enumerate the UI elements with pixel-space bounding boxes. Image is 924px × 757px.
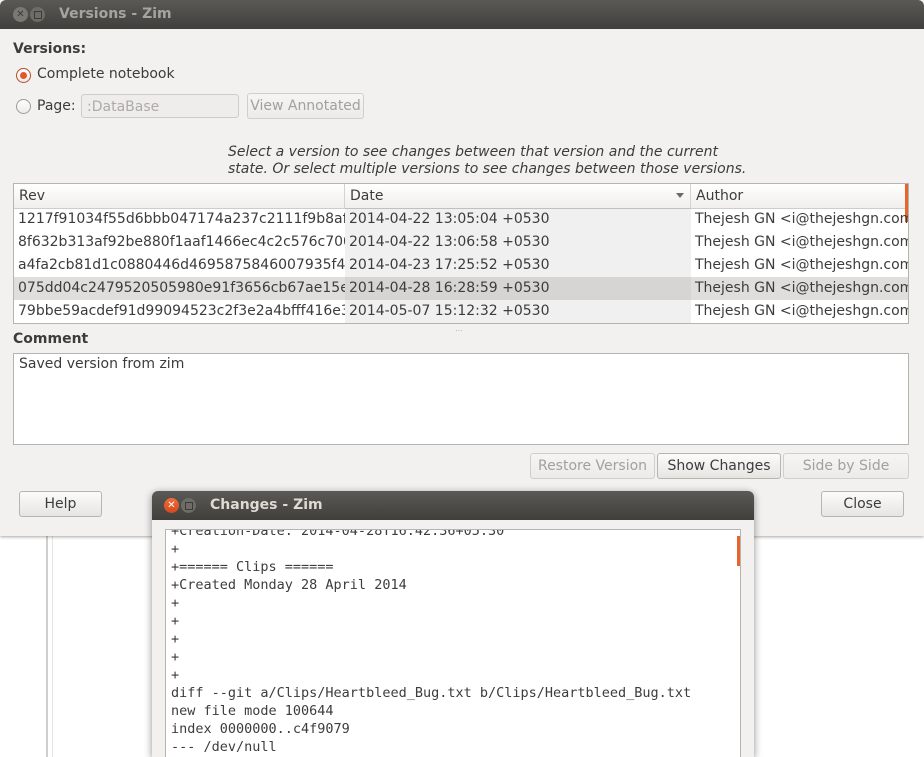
rev-cell: a4fa2cb81d1c0880446d4695875846007935f497 xyxy=(18,257,345,273)
versions-window: ✕ Versions - Zim Versions: Complete note… xyxy=(0,0,924,536)
background-window-edge xyxy=(46,535,48,757)
diff-line: --- /dev/null xyxy=(171,739,277,755)
hint-line-1: Select a version to see changes between … xyxy=(228,144,719,160)
table-header: Rev Date Author xyxy=(14,184,908,209)
diff-line: + xyxy=(171,595,180,611)
view-annotated-button[interactable]: View Annotated xyxy=(247,93,364,119)
versions-table[interactable]: Rev Date Author 1217f91034f55d6bbb047174… xyxy=(13,183,909,324)
column-header-date-label: Date xyxy=(350,188,384,204)
show-changes-button[interactable]: Show Changes xyxy=(657,453,781,479)
diff-scroll-indicator[interactable] xyxy=(737,536,740,566)
window-title: Versions - Zim xyxy=(59,6,172,22)
background-window-edge xyxy=(52,535,53,757)
rev-cell: 075dd04c2479520505980e91f3656cb67ae15e18 xyxy=(18,280,345,296)
page-radio[interactable] xyxy=(16,99,31,114)
changes-titlebar: ✕ Changes - Zim xyxy=(152,491,754,520)
diff-line: + xyxy=(171,649,180,665)
table-row[interactable]: a4fa2cb81d1c0880446d4695875846007935f497… xyxy=(14,254,908,277)
versions-titlebar: ✕ Versions - Zim xyxy=(0,0,924,29)
author-cell: Thejesh GN <i@thejeshgn.com> xyxy=(695,257,909,273)
date-cell: 2014-04-23 17:25:52 +0530 xyxy=(345,254,691,277)
sort-descending-icon xyxy=(676,193,684,198)
table-row[interactable]: 1217f91034f55d6bbb047174a237c2111f9b8af7… xyxy=(14,208,908,231)
restore-version-button[interactable]: Restore Version xyxy=(530,453,655,479)
diff-text-view[interactable]: +Creation-Date: 2014-04-28T16:42:36+05:3… xyxy=(165,529,741,757)
diff-line: index 0000000..c4f9079 xyxy=(171,721,350,737)
window-title: Changes - Zim xyxy=(210,497,323,513)
diff-line: +====== Clips ====== xyxy=(171,559,334,575)
hint-line-2: state. Or select multiple versions to se… xyxy=(228,161,747,177)
table-row[interactable]: 8f632b313af92be880f1aaf1466ec4c2c576c700… xyxy=(14,231,908,254)
complete-notebook-radio[interactable] xyxy=(16,68,31,83)
comment-text: Saved version from zim xyxy=(19,356,185,372)
date-cell: 2014-05-07 15:12:32 +0530 xyxy=(345,300,691,323)
date-cell: 2014-04-22 13:05:04 +0530 xyxy=(345,208,691,231)
page-input[interactable]: :DataBase xyxy=(81,94,239,118)
close-button[interactable]: Close xyxy=(821,491,904,517)
date-cell: 2014-04-28 16:28:59 +0530 xyxy=(345,277,691,300)
help-button[interactable]: Help xyxy=(19,491,102,517)
column-header-date[interactable]: Date xyxy=(345,184,691,208)
author-cell: Thejesh GN <i@thejeshgn.com> xyxy=(695,303,909,319)
diff-line: + xyxy=(171,541,180,557)
rev-cell: 1217f91034f55d6bbb047174a237c2111f9b8af7 xyxy=(18,211,345,227)
diff-line: +Creation-Date: 2014-04-28T16:42:36+05:3… xyxy=(171,529,505,539)
diff-line: diff --git a/Clips/Heartbleed_Bug.txt b/… xyxy=(171,685,692,701)
window-close-icon[interactable]: ✕ xyxy=(13,7,28,22)
versions-label: Versions: xyxy=(13,41,87,57)
window-maximize-icon[interactable] xyxy=(30,7,45,22)
author-cell: Thejesh GN <i@thejeshgn.com> xyxy=(695,280,909,296)
rev-cell: 8f632b313af92be880f1aaf1466ec4c2c576c700 xyxy=(18,234,345,250)
diff-line: +Created Monday 28 April 2014 xyxy=(171,577,407,593)
diff-line: + xyxy=(171,613,180,629)
window-maximize-icon[interactable] xyxy=(181,498,196,513)
table-row-selected[interactable]: 075dd04c2479520505980e91f3656cb67ae15e18… xyxy=(14,277,908,300)
rev-cell: 79bbe59acdef91d99094523c2f3e2a4bfff416e3 xyxy=(18,303,345,319)
author-cell: Thejesh GN <i@thejeshgn.com> xyxy=(695,234,909,250)
page-label: Page: xyxy=(37,98,76,114)
side-by-side-button[interactable]: Side by Side xyxy=(783,453,909,479)
column-header-rev[interactable]: Rev xyxy=(14,184,345,208)
complete-notebook-label[interactable]: Complete notebook xyxy=(37,66,175,82)
table-row[interactable]: 79bbe59acdef91d99094523c2f3e2a4bfff416e3… xyxy=(14,300,908,323)
changes-window: ✕ Changes - Zim +Creation-Date: 2014-04-… xyxy=(152,491,754,757)
window-close-icon[interactable]: ✕ xyxy=(164,498,179,513)
column-header-author[interactable]: Author xyxy=(691,184,908,208)
comment-label: Comment xyxy=(13,331,89,347)
date-cell: 2014-04-22 13:06:58 +0530 xyxy=(345,231,691,254)
author-cell: Thejesh GN <i@thejeshgn.com> xyxy=(695,211,909,227)
diff-line: + xyxy=(171,631,180,647)
diff-line: new file mode 100644 xyxy=(171,703,334,719)
diff-line: + xyxy=(171,667,180,683)
pane-resize-handle[interactable]: ⋯ xyxy=(455,326,464,335)
diff-content: +Creation-Date: 2014-04-28T16:42:36+05:3… xyxy=(171,529,692,756)
comment-textarea[interactable]: Saved version from zim xyxy=(13,353,909,445)
